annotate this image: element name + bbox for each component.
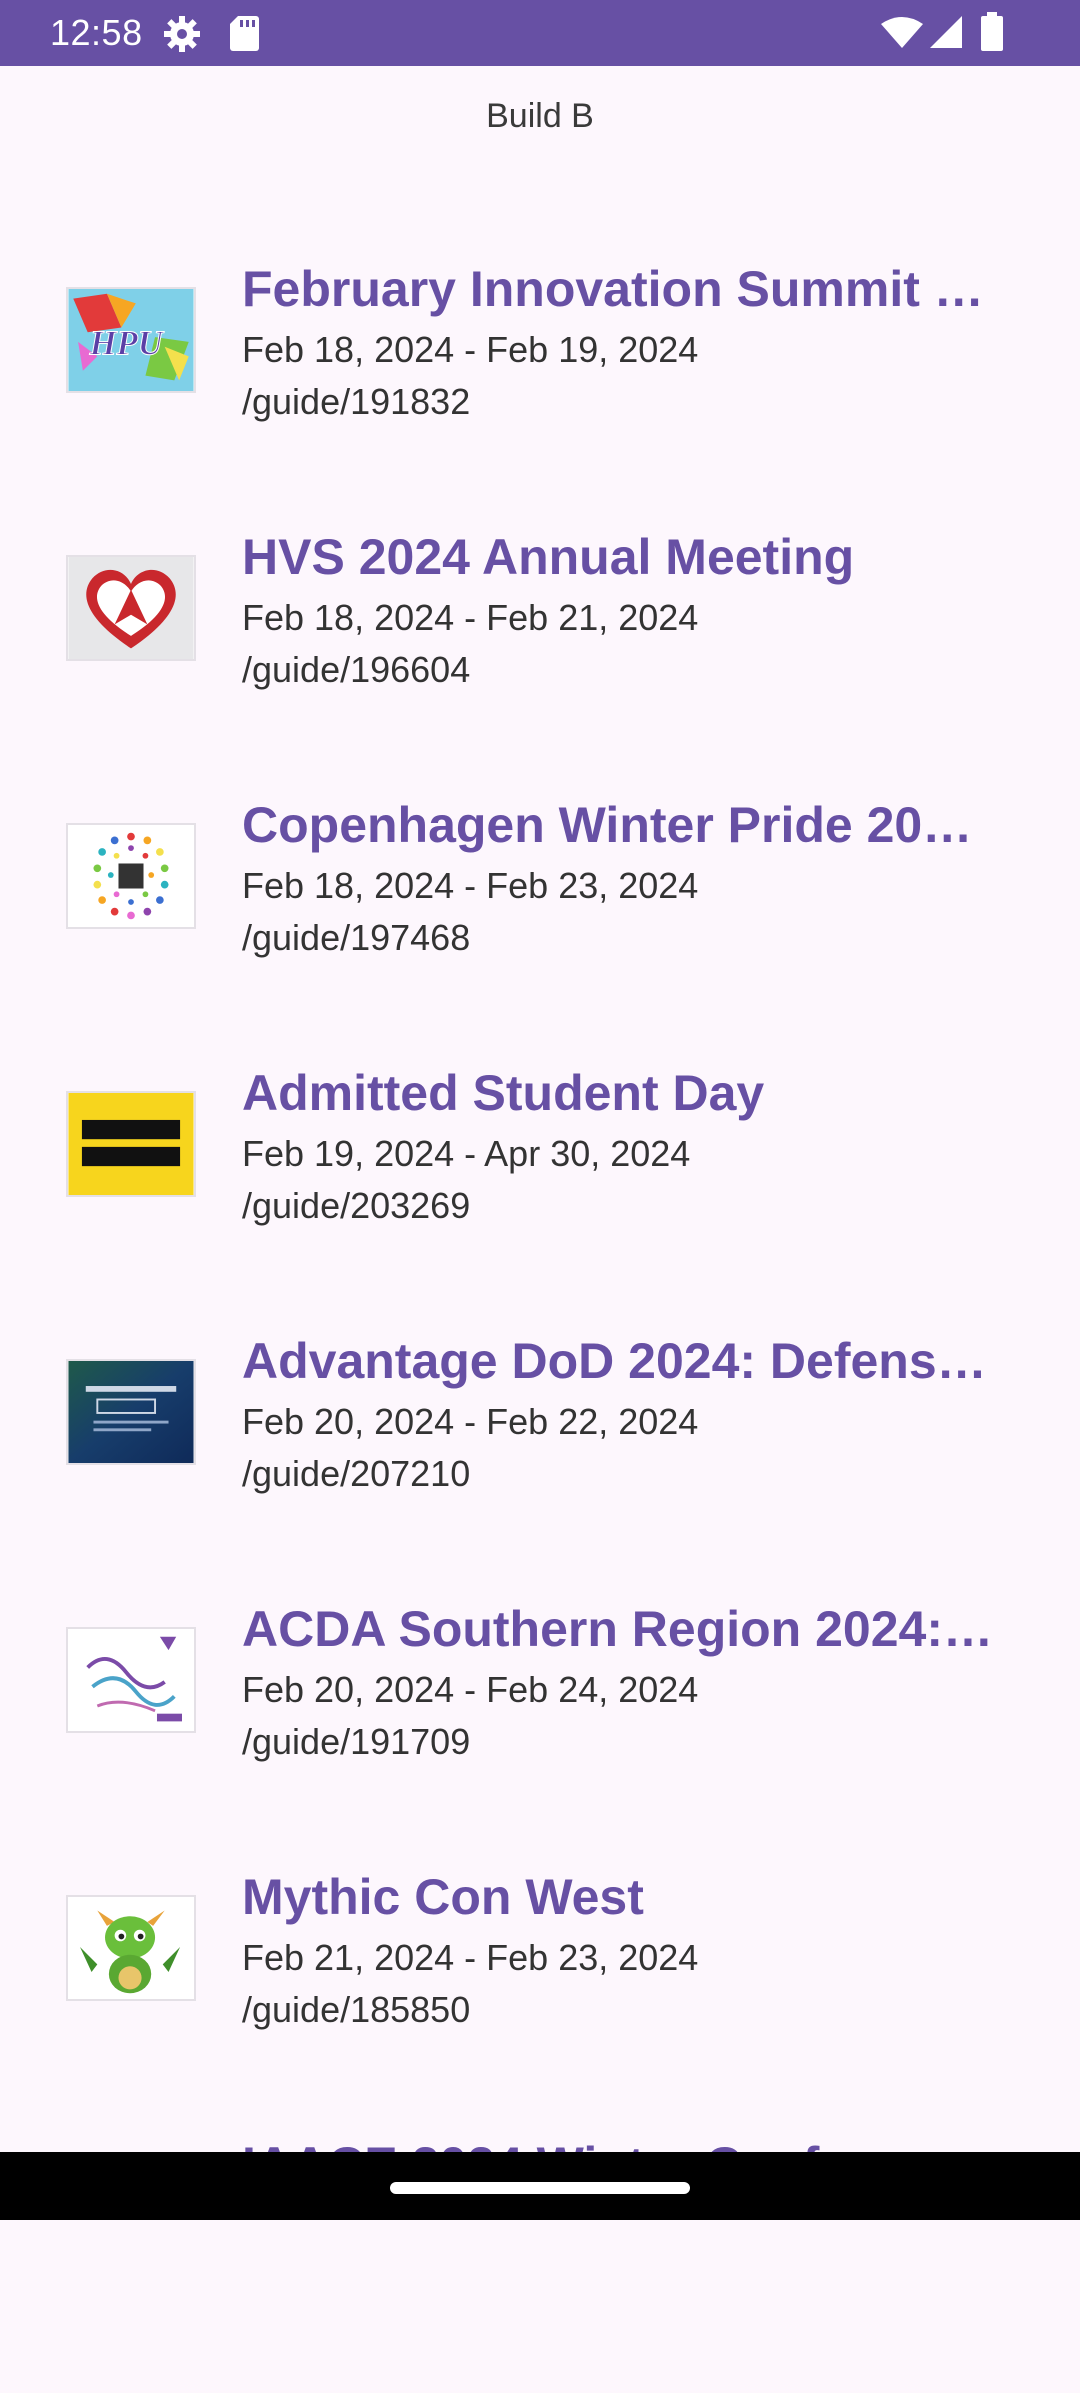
event-list-item[interactable]: Advantage DoD 2024: Defens… Feb 20, 2024… (0, 1329, 1080, 1589)
event-path: /guide/191709 (242, 1721, 471, 1762)
event-list-item[interactable]: HVS 2024 Annual Meeting Feb 18, 2024 - F… (0, 525, 1080, 785)
event-dates: Feb 20, 2024 - Feb 22, 2024 (242, 1401, 699, 1442)
event-title[interactable]: Admitted Student Day (242, 1061, 1016, 1125)
event-path: /guide/185850 (242, 1989, 471, 2030)
heart-logo-icon (68, 557, 194, 659)
event-title[interactable]: Mythic Con West (242, 1865, 1016, 1929)
event-title[interactable]: Advantage DoD 2024: Defens… (242, 1329, 1016, 1393)
event-dates: Feb 20, 2024 - Feb 24, 2024 (242, 1669, 699, 1710)
event-list-item[interactable]: Copenhagen Winter Pride 20… Feb 18, 2024… (0, 793, 1080, 1053)
event-thumbnail (66, 1627, 196, 1733)
event-list-item[interactable]: Admitted Student Day Feb 19, 2024 - Apr … (0, 1061, 1080, 1321)
event-list-item[interactable]: HPU February Innovation Summit … Feb 18,… (0, 257, 1080, 517)
event-dates: Feb 18, 2024 - Feb 19, 2024 (242, 329, 699, 370)
home-gesture-handle[interactable] (390, 2182, 690, 2194)
svg-text:HPU: HPU (89, 324, 165, 362)
event-thumbnail (66, 1359, 196, 1465)
status-time: 12:58 (50, 12, 143, 53)
event-path: /guide/197468 (242, 917, 471, 958)
event-dates: Feb 21, 2024 - Feb 23, 2024 (242, 1937, 699, 1978)
event-title[interactable]: February Innovation Summit … (242, 257, 1016, 321)
status-bar: 12:58 (0, 0, 1080, 66)
dragon-logo-icon (68, 1897, 194, 1999)
wifi-icon (881, 17, 923, 48)
event-dates: Feb 18, 2024 - Feb 23, 2024 (242, 865, 699, 906)
system-navigation-bar (0, 2152, 1080, 2220)
event-list-item[interactable]: ACDA Southern Region 2024:… Feb 20, 2024… (0, 1597, 1080, 1857)
event-thumbnail (66, 823, 196, 929)
hpu-logo-icon: HPU (68, 289, 194, 391)
event-thumbnail: HPU (66, 287, 196, 393)
page-title: Build B (486, 97, 594, 135)
cell-signal-icon (930, 16, 962, 48)
event-title[interactable]: ACDA Southern Region 2024:… (242, 1597, 1016, 1661)
admitted-student-day-logo-icon (68, 1093, 194, 1195)
event-path: /guide/207210 (242, 1453, 471, 1494)
event-path: /guide/191832 (242, 381, 471, 422)
event-list-item[interactable]: Mythic Con West Feb 21, 2024 - Feb 23, 2… (0, 1865, 1080, 2125)
advantage-dod-logo-icon (68, 1361, 194, 1463)
sd-card-icon (230, 16, 259, 51)
event-thumbnail (66, 1895, 196, 2001)
acda-logo-icon (68, 1629, 194, 1731)
event-thumbnail (66, 1091, 196, 1197)
battery-icon (981, 12, 1003, 51)
event-thumbnail (66, 555, 196, 661)
event-title[interactable]: HVS 2024 Annual Meeting (242, 525, 1016, 589)
event-dates: Feb 19, 2024 - Apr 30, 2024 (242, 1133, 691, 1174)
event-dates: Feb 18, 2024 - Feb 21, 2024 (242, 597, 699, 638)
settings-gear-icon (164, 16, 200, 52)
pride-dots-logo-icon (68, 825, 194, 927)
event-path: /guide/196604 (242, 649, 471, 690)
event-path: /guide/203269 (242, 1185, 471, 1226)
event-title[interactable]: Copenhagen Winter Pride 20… (242, 793, 1016, 857)
